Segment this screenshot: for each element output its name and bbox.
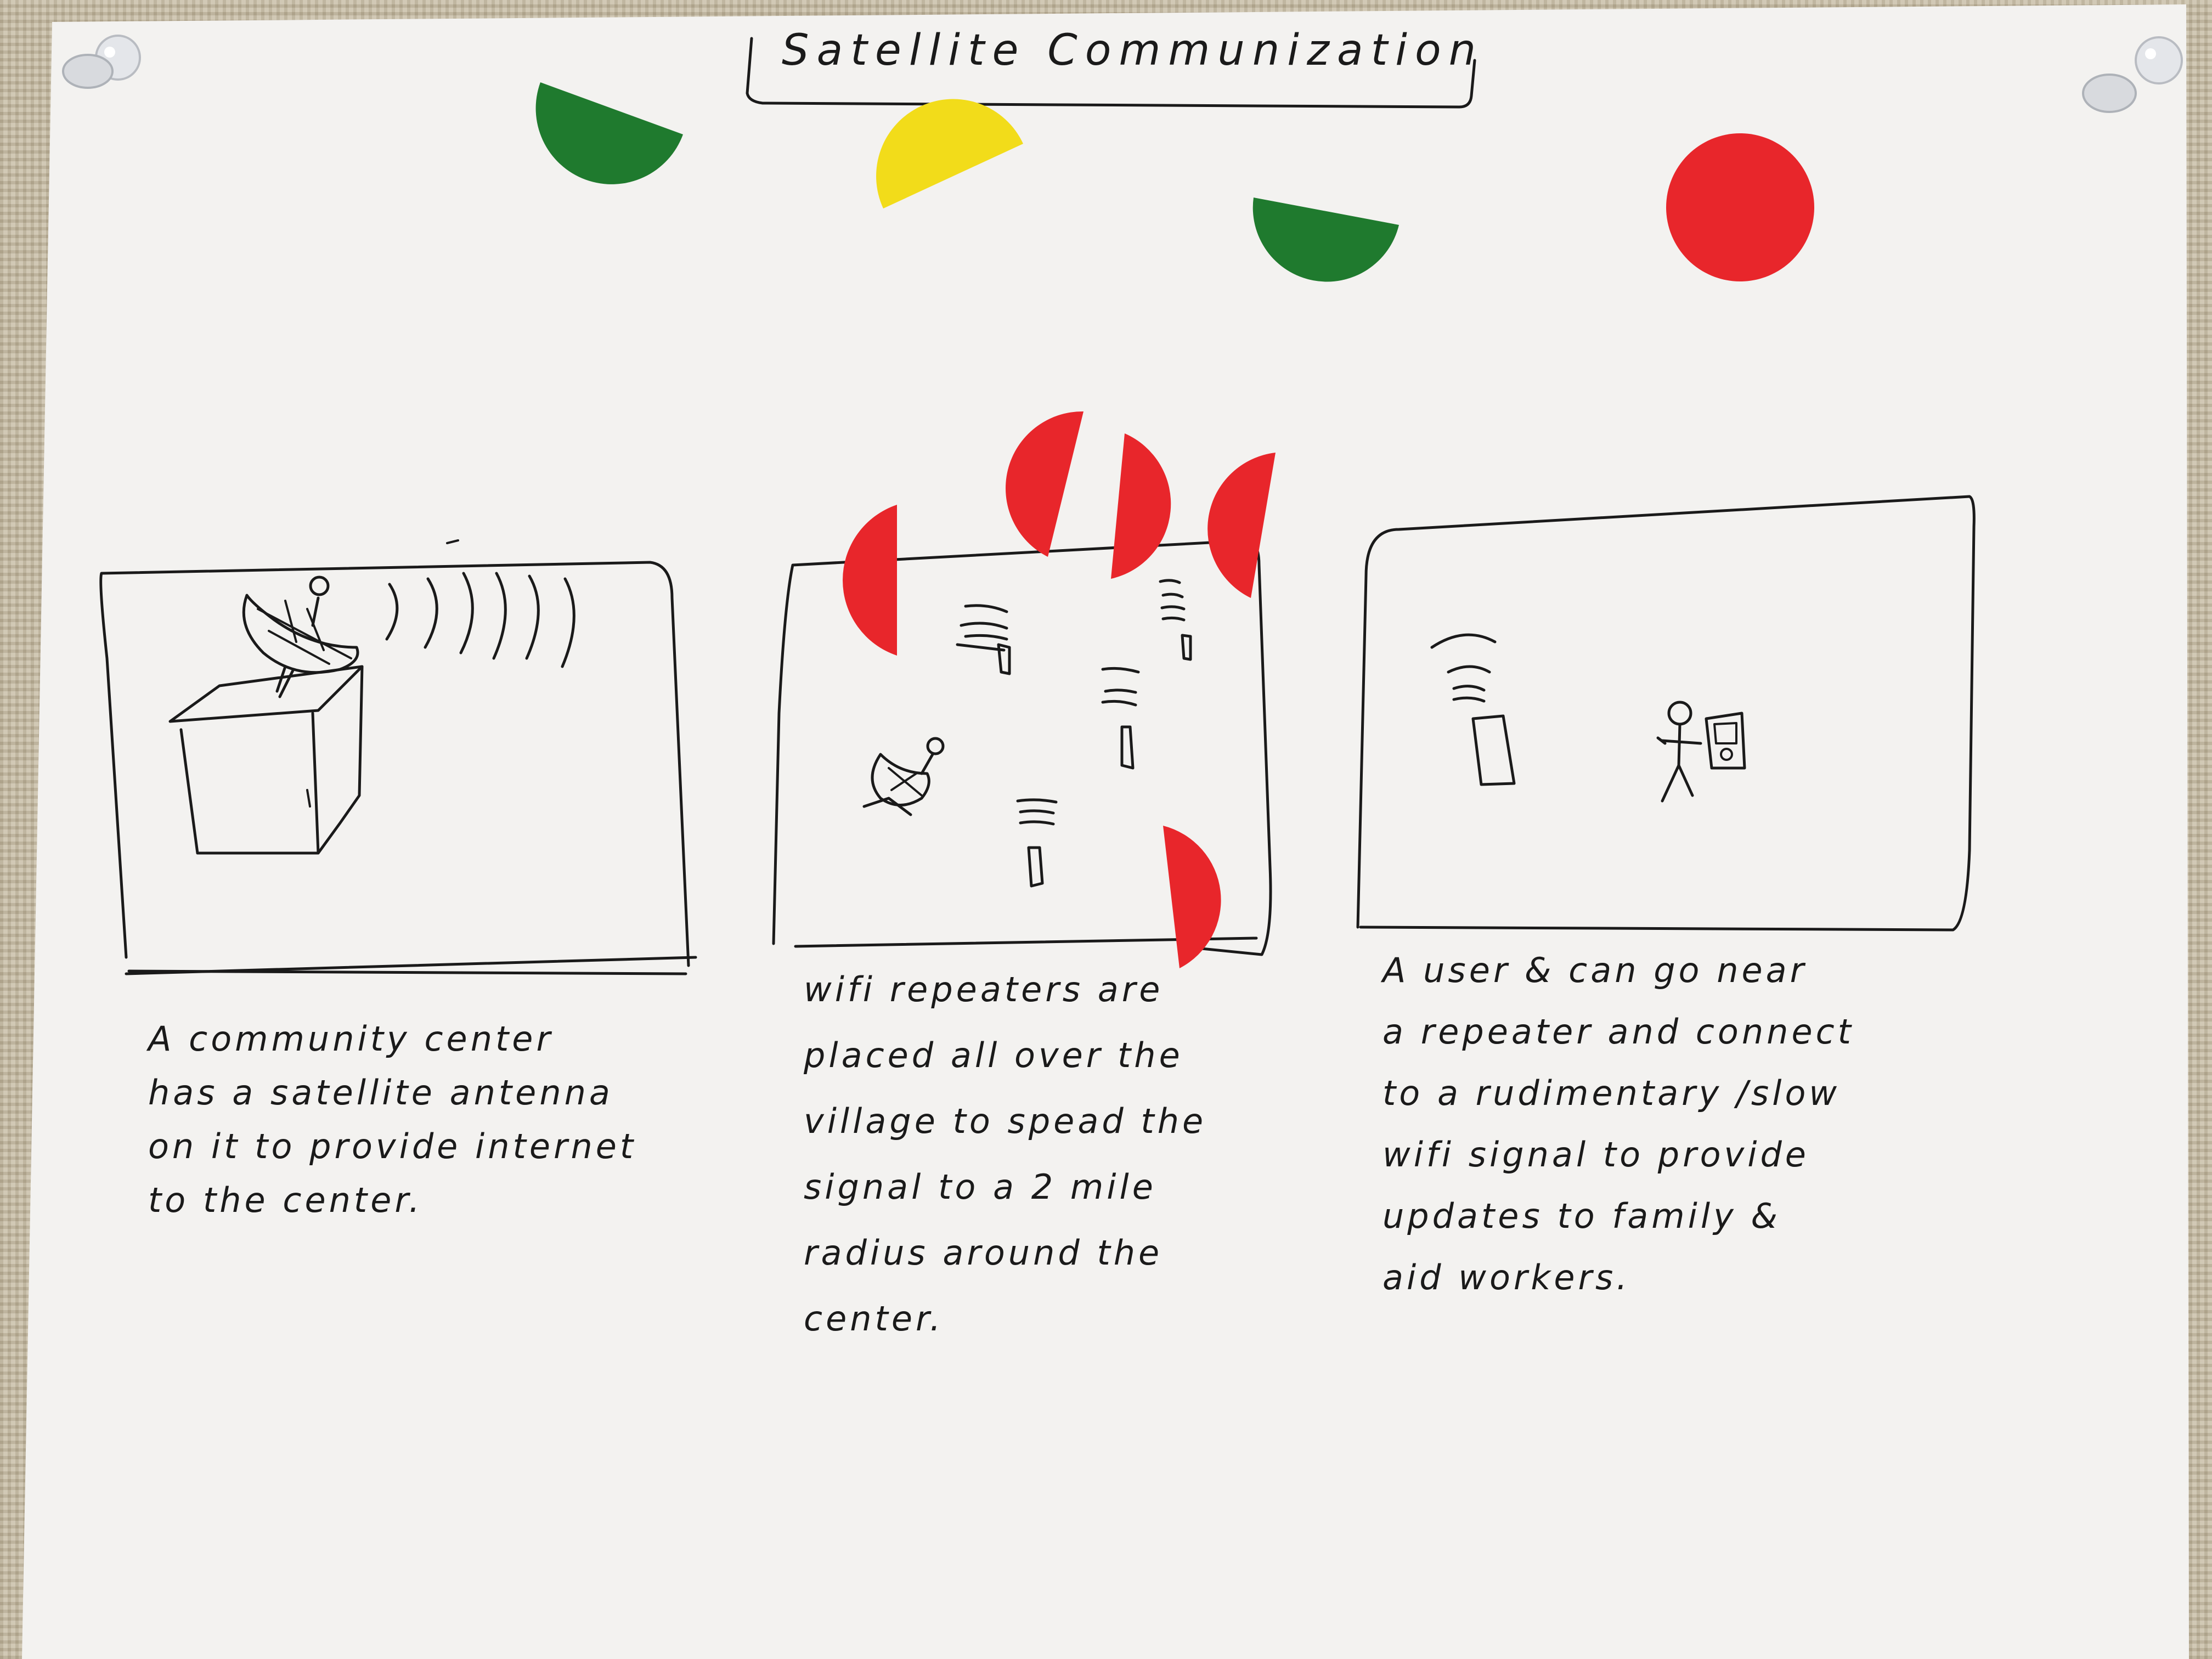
caption-line: A user & can go near <box>1380 950 1807 990</box>
red-circle-sticker <box>1666 133 1814 281</box>
caption-line: radius around the <box>804 1233 1163 1273</box>
paper-sheet <box>22 4 2189 1659</box>
caption-line: updates to family & <box>1383 1196 1781 1236</box>
photo-scene: Satellite Communization A community cent… <box>22 4 2189 1659</box>
caption-line: to the center. <box>148 1180 423 1220</box>
caption-line: on it to provide internet <box>148 1126 636 1166</box>
caption-line: center. <box>804 1299 944 1339</box>
caption-line: wifi signal to provide <box>1383 1135 1809 1175</box>
caption-line: village to spead the <box>804 1101 1206 1141</box>
caption-line: wifi repeaters are <box>804 969 1163 1009</box>
caption-line: has a satellite antenna <box>148 1073 613 1113</box>
caption-line: aid workers. <box>1383 1257 1630 1297</box>
caption-line: signal to a 2 mile <box>804 1167 1156 1207</box>
caption-line: a repeater and connect <box>1383 1012 1854 1052</box>
caption-line: placed all over the <box>803 1035 1183 1075</box>
poster-title: Satellite Communization <box>782 26 1483 75</box>
caption-line: A community center <box>146 1019 554 1059</box>
caption-line: to a rudimentary /slow <box>1383 1073 1840 1113</box>
